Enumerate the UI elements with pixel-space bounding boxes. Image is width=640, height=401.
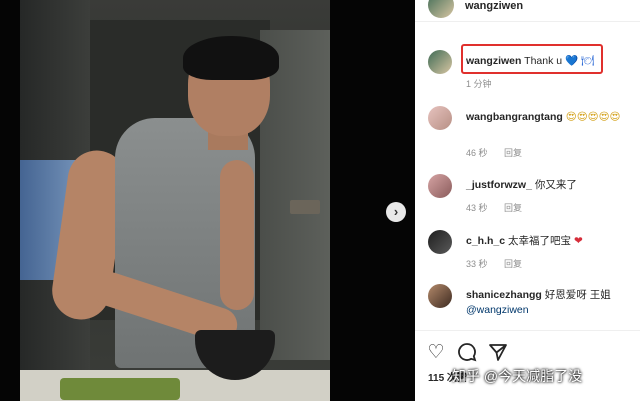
comment-mention[interactable]: @wangziwen [466,304,529,316]
comment-body: shanicezhangg 好恩爱呀 王姐 @wangziwen [466,288,634,318]
reply-button[interactable]: 回复 [504,259,522,269]
reply-button[interactable]: 回复 [504,203,522,213]
comment-meta: 46 秒 回复 [466,146,536,159]
comment-time: 1 分钟 [466,79,492,89]
comment-meta: 33 秒 回复 [466,257,536,270]
comment-body: wangbangrangtang 😍😍😍😍😍 [466,110,634,125]
reply-button[interactable]: 回复 [504,148,522,158]
media-viewer: › [0,0,415,401]
comment-username[interactable]: shanicezhangg [466,289,542,301]
next-arrow-icon[interactable]: › [386,202,406,222]
comment-highlight-box [461,44,603,74]
comment-time: 46 秒 [466,148,488,158]
post-username[interactable]: wangziwen [465,0,523,12]
photo-cabinet-right [260,30,330,360]
comment-time: 33 秒 [466,259,488,269]
comment-time: 43 秒 [466,203,488,213]
comment-username[interactable]: c_h.h_c [466,235,505,247]
comment-text: 你又来了 [534,179,577,191]
comment-emoji: ❤ [573,235,583,247]
photo-hair [183,36,279,80]
photo-right-arm [220,160,254,310]
comment-meta: 1 分钟 [466,77,506,90]
paper-plane-icon[interactable] [487,342,509,364]
post-header: wangziwen [415,0,640,22]
post-photo[interactable] [20,0,330,401]
avatar[interactable] [428,284,452,308]
heart-outline-icon[interactable]: ♡ [425,342,447,364]
avatar[interactable] [428,50,452,74]
comment-body: _justforwzw_ 你又来了 [466,178,634,193]
avatar[interactable] [428,0,454,18]
comment-body: c_h.h_c 太幸福了吧宝 ❤ [466,234,634,249]
watermark: 知乎 @今天减脂了没 [452,368,583,384]
comment-text: 好恩爱呀 王姐 [544,289,611,301]
comment-username[interactable]: _justforwzw_ [466,179,532,191]
comment-text: 太幸福了吧宝 [508,235,572,247]
photo-cabinet-handle [290,200,320,214]
comment-username[interactable]: wangbangrangtang [466,111,563,123]
avatar[interactable] [428,106,452,130]
comment-meta: 43 秒 回复 [466,201,536,214]
comment-bubble-icon[interactable] [456,342,478,364]
comment-text: 😍😍😍😍😍 [565,111,621,123]
avatar[interactable] [428,174,452,198]
photo-vegetables [60,378,180,400]
avatar[interactable] [428,230,452,254]
